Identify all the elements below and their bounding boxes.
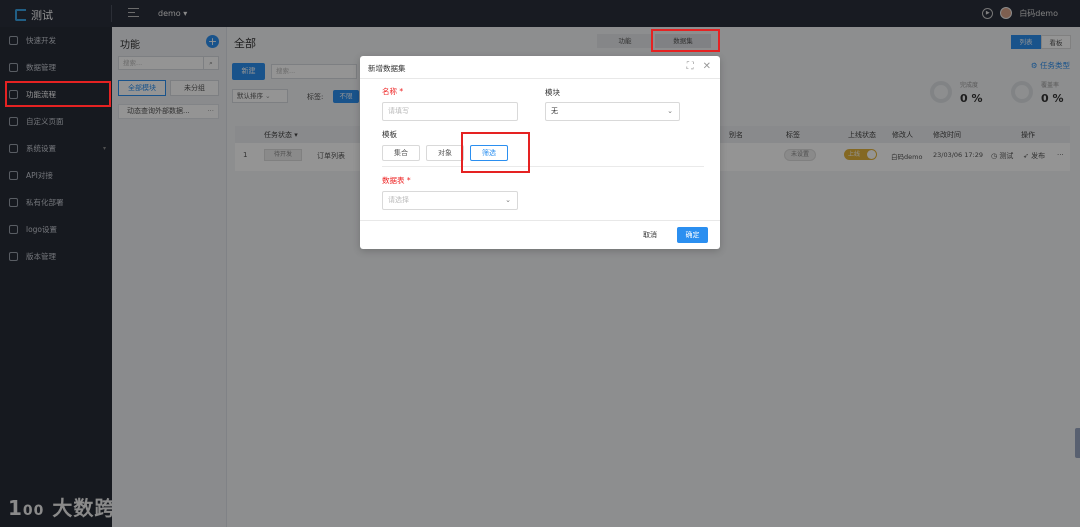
template-filter-button[interactable]: 筛选 <box>470 145 508 161</box>
template-label: 模板 <box>382 130 397 139</box>
dialog-footer: 取消 确定 <box>360 220 720 249</box>
name-input[interactable]: 请填写 <box>382 102 518 121</box>
new-dataset-dialog: 新增数据集 ⛶ ✕ 名称 * 请填写 模块 无 ⌄ 模板 集合 对象 筛选 数据表… <box>360 56 720 249</box>
fullscreen-icon[interactable]: ⛶ <box>687 61 694 72</box>
name-label: 名称 * <box>382 87 404 96</box>
close-icon[interactable]: ✕ <box>703 61 711 72</box>
chevron-down-icon: ⌄ <box>667 107 673 115</box>
dialog-title: 新增数据集 <box>368 64 406 73</box>
dialog-header: 新增数据集 ⛶ ✕ <box>360 56 720 79</box>
cancel-button[interactable]: 取消 <box>643 230 657 240</box>
template-collection-button[interactable]: 集合 <box>382 145 420 161</box>
divider <box>382 166 704 167</box>
chevron-down-icon: ⌄ <box>505 196 511 204</box>
table-label: 数据表 * <box>382 176 411 185</box>
module-label: 模块 <box>545 88 560 97</box>
scrollbar-handle[interactable] <box>1075 428 1080 458</box>
confirm-button[interactable]: 确定 <box>677 227 708 243</box>
table-select[interactable]: 请选择 ⌄ <box>382 191 518 210</box>
module-select[interactable]: 无 ⌄ <box>545 102 680 121</box>
template-object-button[interactable]: 对象 <box>426 145 464 161</box>
